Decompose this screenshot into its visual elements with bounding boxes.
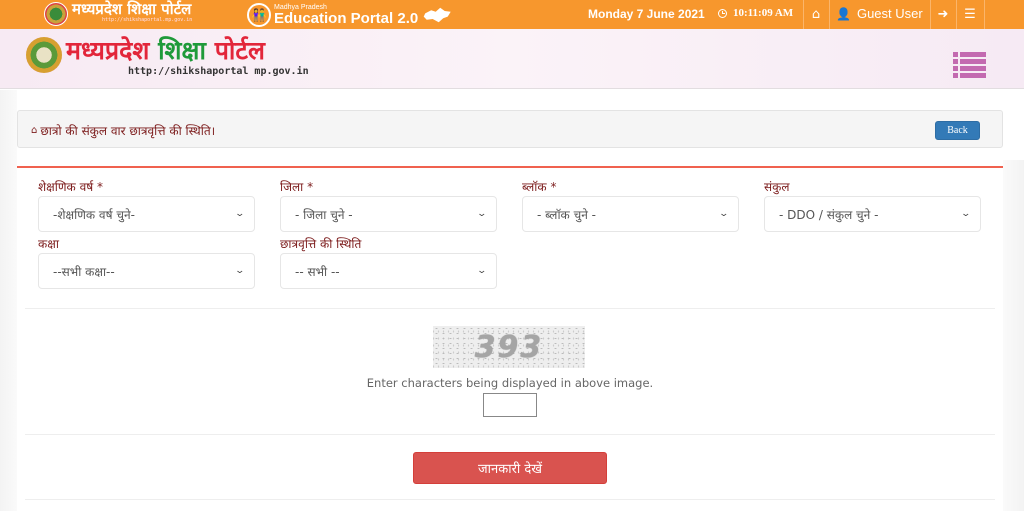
clock-icon (718, 8, 727, 18)
home-icon: ⌂ (811, 7, 821, 22)
page-title: ⌂ छात्रो की संकुल वार छात्रवृत्ति की स्थ… (31, 122, 215, 139)
user-menu[interactable]: 👤 Guest User (836, 6, 923, 21)
sankul-label: संकुल (764, 180, 790, 194)
sankul-value: - DDO / संकुल चुने - (779, 207, 879, 222)
site-title-part3: पोर्टल (214, 36, 265, 65)
site-header: मध्यप्रदेश शिक्षा पोर्टल http://shikshap… (0, 29, 1024, 89)
list-icon: ☰ (964, 7, 976, 22)
block-label: ब्लॉक * (522, 180, 557, 194)
class-value: --सभी कक्षा-- (53, 264, 115, 279)
block-value: - ब्लॉक चुने - (537, 207, 597, 222)
page-heading-panel: ⌂ छात्रो की संकुल वार छात्रवृत्ति की स्थ… (17, 110, 1003, 148)
topbar-menu-button[interactable]: ☰ (957, 0, 983, 29)
sign-in-icon: ➜ (937, 7, 949, 22)
district-value: - जिला चुने - (295, 207, 353, 222)
chevron-down-icon: ⌄ (960, 209, 972, 219)
district-select[interactable]: - जिला चुने - ⌄ (280, 196, 497, 232)
scholarship-status-value: -- सभी -- (295, 264, 340, 279)
mp-emblem-icon (44, 2, 68, 26)
block-field: ब्लॉक * - ब्लॉक चुने - ⌄ (522, 178, 739, 232)
current-time: 10:11:09 AM (718, 7, 793, 19)
left-gutter (0, 90, 17, 511)
mp-emblem-icon (26, 37, 62, 73)
captcha-hint: Enter characters being displayed in abov… (366, 376, 654, 390)
page-title-text: छात्रो की संकुल वार छात्रवृत्ति की स्थित… (40, 124, 216, 138)
site-url: http://shikshaportal mp.gov.in (128, 66, 309, 77)
chevron-down-icon: ⌄ (234, 209, 246, 219)
current-date: Monday 7 June 2021 (588, 7, 705, 21)
top-bar: मध्यप्रदेश शिक्षा पोर्टल http://shikshap… (0, 0, 1024, 29)
scholarship-status-label: छात्रवृत्ति की स्थिति (280, 237, 362, 251)
captcha-input[interactable] (483, 393, 537, 417)
academic-year-value: -शेक्षणिक वर्ष चुने- (53, 207, 135, 222)
chevron-down-icon: ⌄ (234, 266, 246, 276)
scholarship-status-select[interactable]: -- सभी -- ⌄ (280, 253, 497, 289)
user-label: Guest User (856, 6, 923, 21)
site-title-part2: शिक्षा (158, 36, 206, 65)
portal-logo-title: मध्यप्रदेश शिक्षा पोर्टल (72, 0, 192, 18)
back-button[interactable]: Back (935, 121, 980, 140)
education-portal-title: Education Portal 2.0 (274, 10, 419, 27)
children-icon: 👫 (247, 3, 271, 27)
block-select[interactable]: - ब्लॉक चुने - ⌄ (522, 196, 739, 232)
class-label: कक्षा (38, 237, 59, 251)
filter-form: शेक्षणिक वर्ष * -शेक्षणिक वर्ष चुने- ⌄ ज… (17, 166, 1003, 511)
home-icon: ⌂ (31, 125, 38, 136)
divider (25, 434, 995, 435)
site-logo[interactable]: मध्यप्रदेश शिक्षा पोर्टल http://shikshap… (26, 37, 309, 77)
captcha-image: 393 (433, 326, 585, 368)
divider (829, 0, 830, 29)
home-button[interactable]: ⌂ (804, 0, 828, 29)
district-label: जिला * (280, 180, 314, 194)
education-portal-logo[interactable]: 👫 Madhya Pradesh Education Portal 2.0 (247, 2, 452, 28)
class-select[interactable]: --सभी कक्षा-- ⌄ (38, 253, 255, 289)
chevron-down-icon: ⌄ (718, 209, 730, 219)
chevron-down-icon: ⌄ (476, 266, 488, 276)
site-title: मध्यप्रदेश शिक्षा पोर्टल (66, 37, 309, 65)
user-icon: 👤 (836, 6, 851, 21)
divider (984, 0, 985, 29)
main-menu-toggle[interactable] (953, 52, 986, 78)
sankul-field: संकुल - DDO / संकुल चुने - ⌄ (764, 178, 981, 232)
time-text: 10:11:09 AM (733, 7, 794, 19)
captcha-text: 393 (474, 329, 544, 365)
portal-logo-url: http://shikshaportal.mp.gov.in (102, 17, 193, 23)
divider (25, 499, 995, 500)
class-field: कक्षा --सभी कक्षा-- ⌄ (38, 235, 255, 289)
chevron-down-icon: ⌄ (476, 209, 488, 219)
view-information-button[interactable]: जानकारी देखें (413, 452, 607, 484)
scholarship-status-field: छात्रवृत्ति की स्थिति -- सभी -- ⌄ (280, 235, 497, 289)
academic-year-label: शेक्षणिक वर्ष * (38, 180, 104, 194)
site-title-part1: मध्यप्रदेश (66, 36, 150, 65)
right-gutter (1003, 160, 1024, 511)
academic-year-select[interactable]: -शेक्षणिक वर्ष चुने- ⌄ (38, 196, 255, 232)
portal-logo-small[interactable]: मध्यप्रदेश शिक्षा पोर्टल http://shikshap… (44, 2, 192, 28)
sankul-select[interactable]: - DDO / संकुल चुने - ⌄ (764, 196, 981, 232)
academic-year-field: शेक्षणिक वर्ष * -शेक्षणिक वर्ष चुने- ⌄ (38, 178, 255, 232)
divider (25, 308, 995, 309)
mp-map-icon (423, 7, 451, 23)
login-button[interactable]: ➜ (931, 0, 955, 29)
list-icon (953, 52, 986, 57)
district-field: जिला * - जिला चुने - ⌄ (280, 178, 497, 232)
